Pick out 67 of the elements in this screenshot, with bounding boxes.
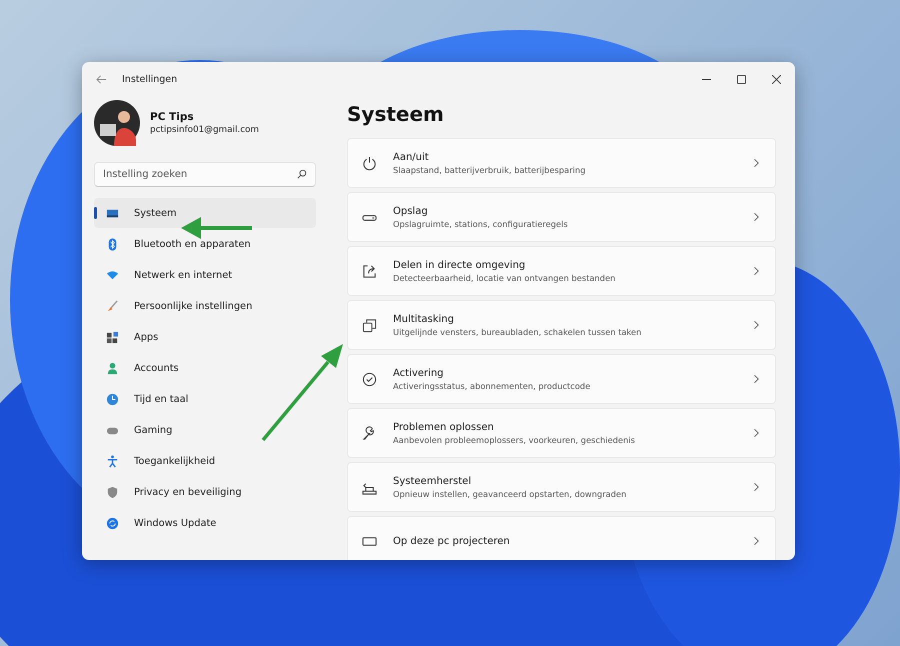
setting-description: Activeringsstatus, abonnementen, productcode [393,380,592,390]
annotation-arrow [181,217,252,239]
wrench-icon [362,426,377,440]
setting-title: Multitasking [393,314,455,324]
setting-title: Aan/uit [393,152,430,162]
sidebar-item[interactable]: Netwerk en internet [94,260,316,290]
setting-description: Aanbevolen probleemoplossers, voorkeuren, geschiedenis [393,434,636,444]
sidebar-item[interactable]: Accounts [94,353,316,383]
close-icon[interactable] [772,74,781,84]
bluetooth-icon [106,238,119,250]
sidebar-item[interactable]: Privacy en beveiliging [94,477,316,507]
settings-card[interactable]: Systeemherstel Opnieuw instellen, geavanceerd opstarten, downgraden [347,462,776,512]
setting-title: Opslag [393,206,429,216]
setting-description: Slaapstand, batterijverbruik, batterijbesparing [393,164,586,174]
back-arrow-icon[interactable] [96,74,107,84]
accessibility-icon [106,454,119,468]
chevron-right-icon [753,212,759,222]
setting-description: Opnieuw instellen, geavanceerd opstarten, downgraden [393,488,628,498]
chevron-right-icon [753,266,759,276]
shield-icon [106,486,119,498]
account-name: PC Tips [150,111,195,123]
maximize-icon[interactable] [737,74,746,84]
page-title: Systeem [347,102,445,126]
settings-card[interactable]: Delen in directe omgeving Detecteerbaarheid, locatie van ontvangen bestanden [347,246,776,296]
chevron-right-icon [753,428,759,438]
settings-card[interactable]: Multitasking Uitgelijnde vensters, bureaubladen, schakelen tussen taken [347,300,776,350]
setting-description: Uitgelijnde vensters, bureaubladen, schakelen tussen taken [393,326,642,336]
sidebar-item[interactable]: Systeem [94,198,316,228]
setting-title: Op deze pc projecteren [393,536,511,546]
settings-card[interactable]: Problemen oplossen Aanbevolen probleemoplossers, voorkeuren, geschiedenis [347,408,776,458]
clock-globe-icon [106,392,119,406]
setting-description: Detecteerbaarheid, locatie van ontvangen bestanden [393,272,616,282]
share-icon [362,264,377,278]
search-icon [297,169,307,179]
power-icon [362,156,377,170]
window-title: Instellingen [122,74,178,84]
sync-icon [106,516,119,530]
sidebar-item[interactable]: Windows Update [94,508,316,538]
setting-title: Problemen oplossen [393,422,495,432]
sidebar-item[interactable]: Toegankelijkheid [94,446,316,476]
chevron-right-icon [753,536,759,546]
chevron-right-icon [753,374,759,384]
sidebar-item[interactable]: Bluetooth en apparaten [94,229,316,259]
chevron-right-icon [753,482,759,492]
sidebar-item[interactable]: Gaming [94,415,316,445]
avatar-icon [94,100,140,146]
chevron-right-icon [753,158,759,168]
settings-card[interactable]: Op deze pc projecteren [347,516,776,560]
settings-card[interactable]: Activering Activeringsstatus, abonnementen, productcode [347,354,776,404]
sidebar-item[interactable]: Tijd en taal [94,384,316,414]
sidebar-item[interactable]: Apps [94,322,316,352]
account-email: pctipsinfo01@gmail.com [150,125,259,135]
wifi-icon [106,268,119,282]
chevron-right-icon [753,320,759,330]
sidebar-item[interactable]: Persoonlijke instellingen [94,291,316,321]
settings-card[interactable]: Opslag Opslagruimte, stations, configuratieregels [347,192,776,242]
setting-description: Opslagruimte, stations, configuratieregels [393,218,569,228]
check-circle-icon [362,372,377,386]
setting-title: Systeemherstel [393,476,472,486]
search-field[interactable]: Instelling zoeken [94,162,316,187]
windows-stack-icon [362,318,377,332]
apps-icon [106,330,119,344]
brush-icon [106,300,119,312]
person-icon [106,362,119,374]
setting-title: Activering [393,368,445,378]
setting-title: Delen in directe omgeving [393,260,526,270]
settings-card[interactable]: Aan/uit Slaapstand, batterijverbruik, batterijbesparing [347,138,776,188]
